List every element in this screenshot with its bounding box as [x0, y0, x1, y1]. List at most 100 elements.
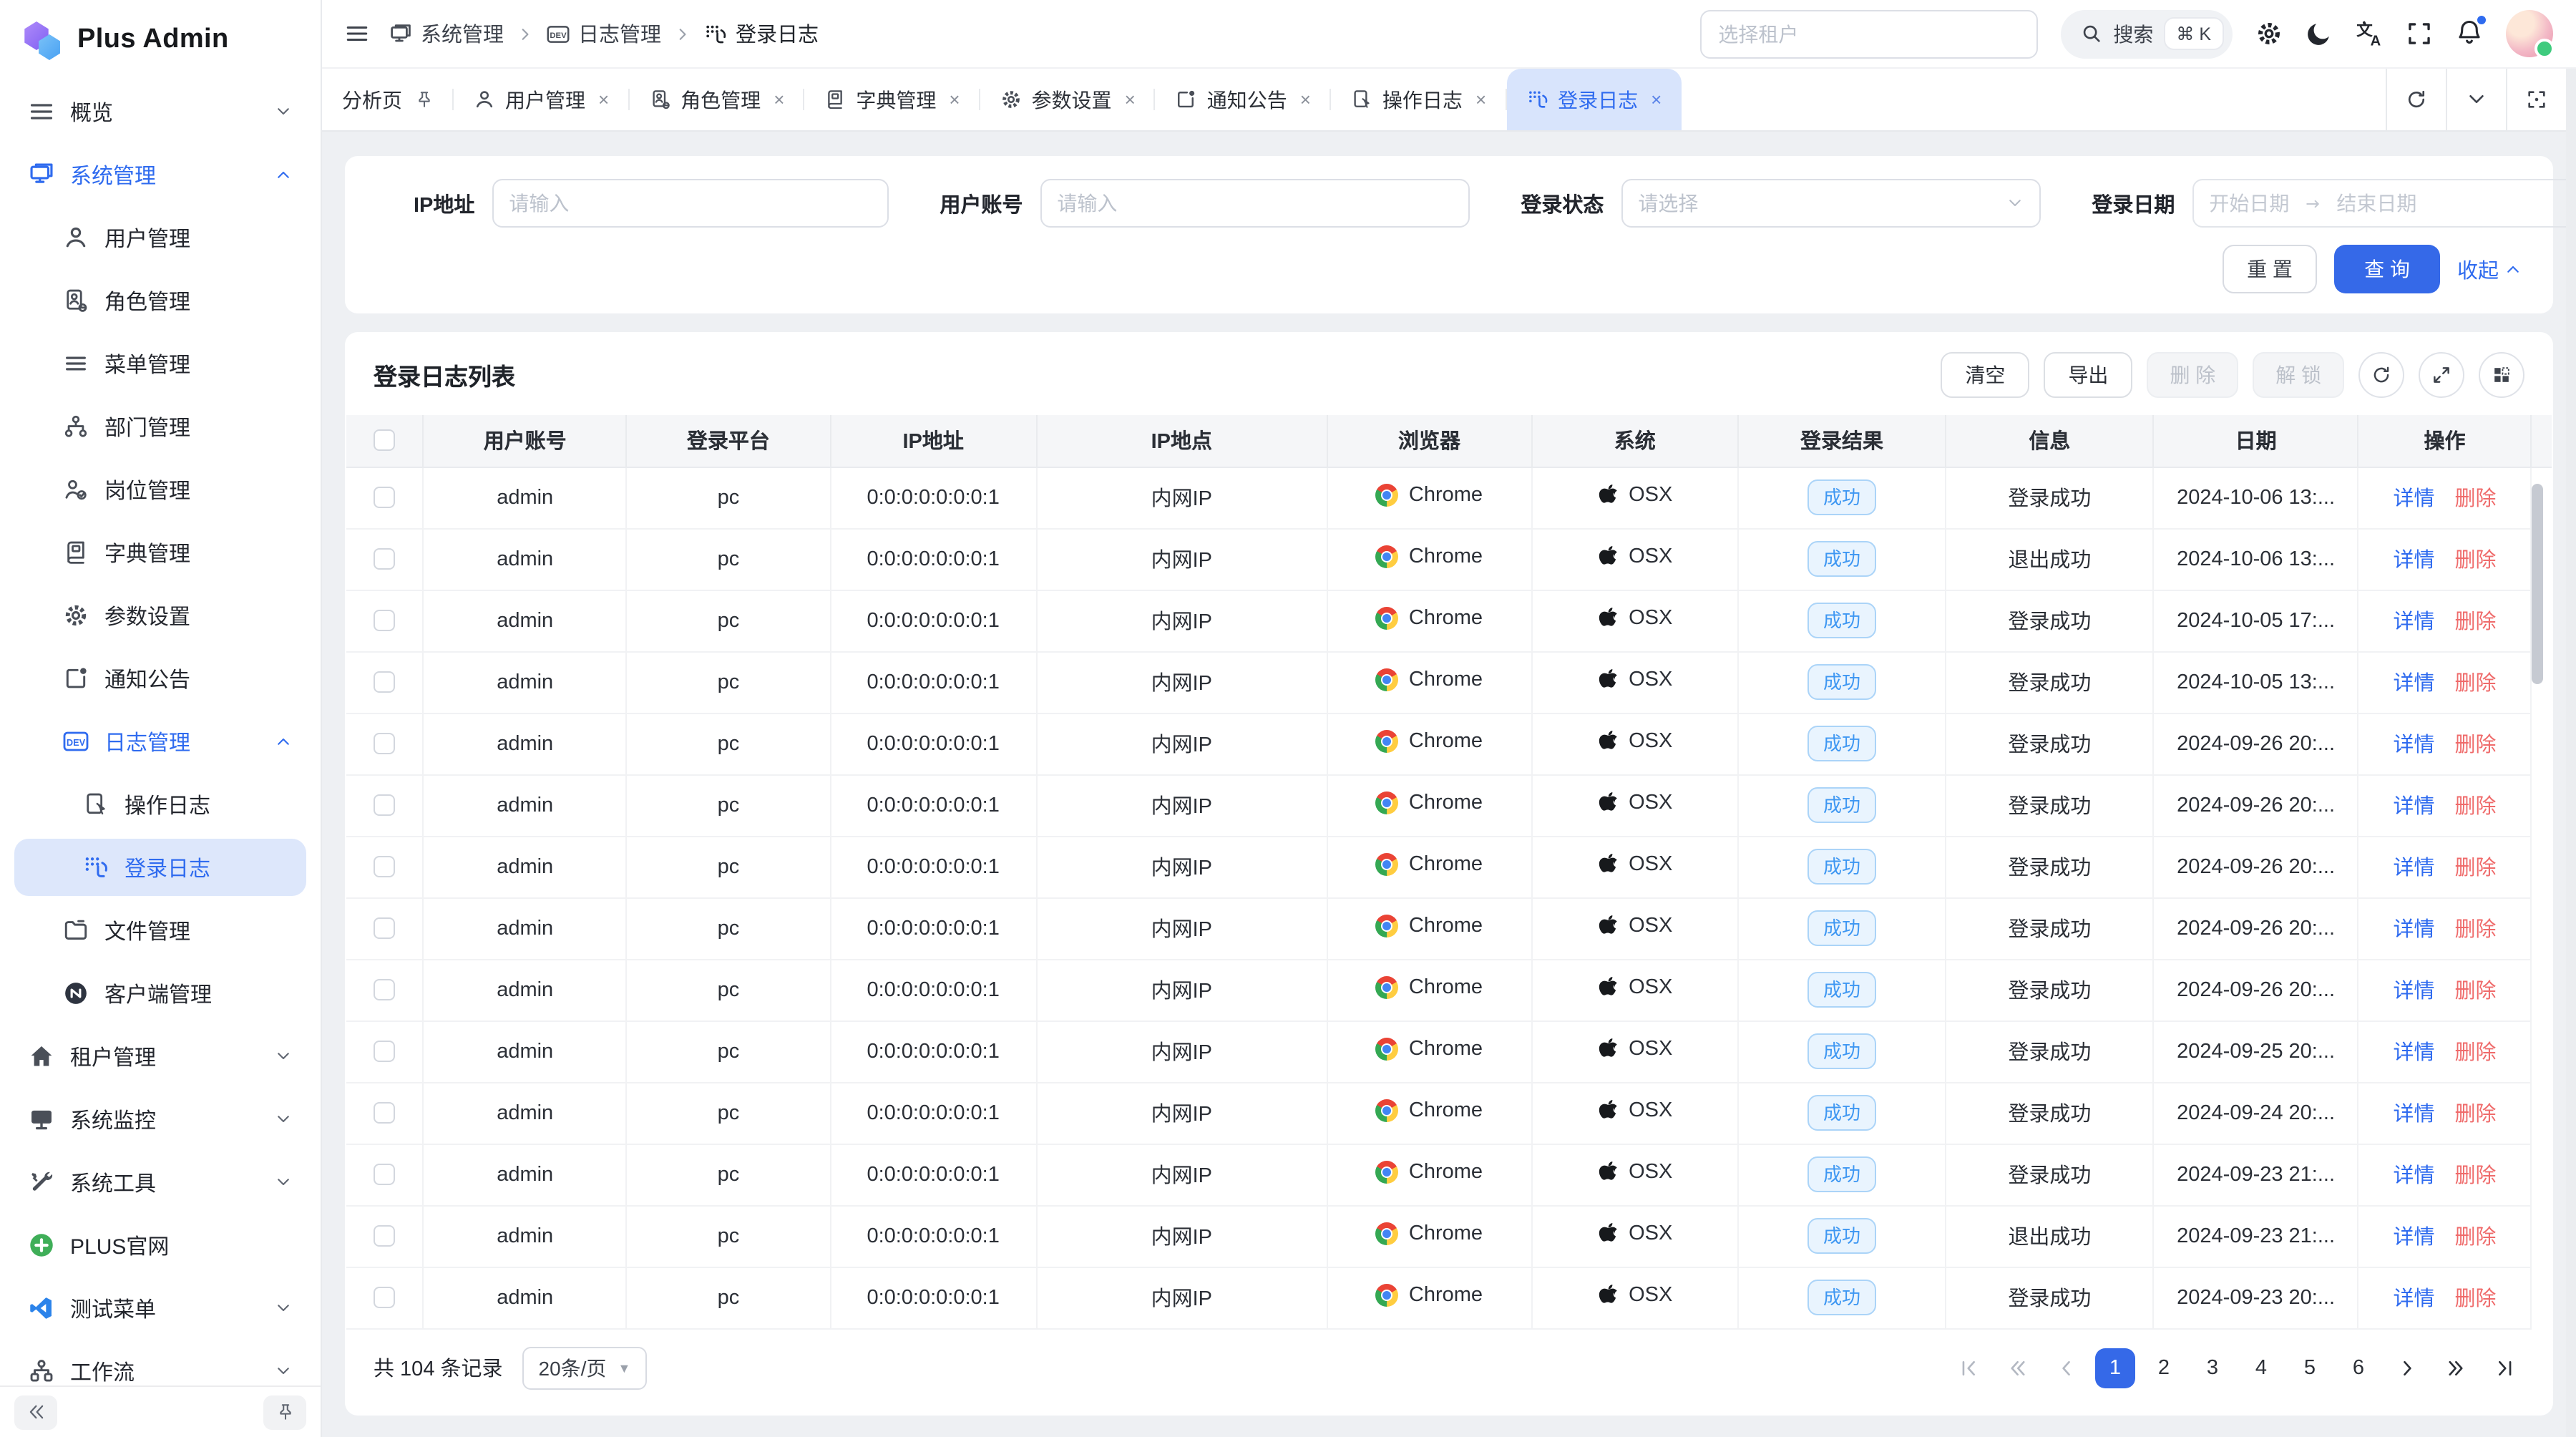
prev-group-button[interactable] — [1998, 1348, 2038, 1388]
detail-link[interactable]: 详情 — [2394, 1104, 2435, 1126]
tab-角色管理[interactable]: 角色管理× — [629, 69, 804, 130]
close-tab-icon[interactable]: × — [598, 89, 609, 110]
delete-link[interactable]: 删除 — [2455, 919, 2497, 942]
last-page-button[interactable] — [2484, 1348, 2524, 1388]
delete-button[interactable]: 删 除 — [2147, 352, 2238, 398]
page-button-4[interactable]: 4 — [2241, 1348, 2281, 1388]
breadcrumb-item[interactable]: DEV日志管理 — [547, 19, 661, 49]
content-fullscreen-button[interactable] — [2506, 69, 2566, 130]
row-checkbox[interactable] — [374, 610, 395, 631]
sidebar-item-通知公告[interactable]: 通知公告 — [14, 650, 306, 707]
delete-link[interactable]: 删除 — [2455, 1165, 2497, 1188]
delete-link[interactable]: 删除 — [2455, 857, 2497, 880]
close-tab-icon[interactable]: × — [1300, 89, 1311, 110]
detail-link[interactable]: 详情 — [2394, 857, 2435, 880]
detail-link[interactable]: 详情 — [2394, 673, 2435, 696]
pin-sidebar-button[interactable] — [263, 1395, 306, 1429]
tab-参数设置[interactable]: 参数设置× — [980, 69, 1156, 130]
detail-link[interactable]: 详情 — [2394, 734, 2435, 757]
detail-link[interactable]: 详情 — [2394, 1165, 2435, 1188]
tab-list-dropdown-button[interactable] — [2446, 69, 2506, 130]
sidebar-item-系统监控[interactable]: 系统监控 — [14, 1091, 306, 1148]
sidebar-item-测试菜单[interactable]: 测试菜单 — [14, 1280, 306, 1337]
delete-link[interactable]: 删除 — [2455, 980, 2497, 1003]
refresh-tab-button[interactable] — [2386, 69, 2446, 130]
sidebar-item-租户管理[interactable]: 租户管理 — [14, 1028, 306, 1085]
refresh-table-button[interactable] — [2358, 352, 2404, 398]
sidebar-item-操作日志[interactable]: 操作日志 — [14, 776, 306, 833]
sidebar-item-字典管理[interactable]: 字典管理 — [14, 524, 306, 581]
row-checkbox[interactable] — [374, 733, 395, 754]
delete-link[interactable]: 删除 — [2455, 611, 2497, 634]
detail-link[interactable]: 详情 — [2394, 796, 2435, 819]
sidebar-item-部门管理[interactable]: 部门管理 — [14, 398, 306, 455]
sidebar-item-参数设置[interactable]: 参数设置 — [14, 587, 306, 644]
menu-toggle-icon[interactable] — [345, 21, 369, 46]
sidebar-item-用户管理[interactable]: 用户管理 — [14, 209, 306, 266]
collapse-filters-link[interactable]: 收起 — [2457, 254, 2522, 284]
row-checkbox[interactable] — [374, 487, 395, 508]
notifications-button[interactable] — [2456, 18, 2483, 49]
translate-icon[interactable]: 文A — [2356, 20, 2383, 47]
detail-link[interactable]: 详情 — [2394, 1042, 2435, 1065]
sidebar-item-菜单管理[interactable]: 菜单管理 — [14, 335, 306, 392]
detail-link[interactable]: 详情 — [2394, 1288, 2435, 1311]
row-checkbox[interactable] — [374, 794, 395, 816]
detail-link[interactable]: 详情 — [2394, 550, 2435, 573]
unlock-button[interactable]: 解 锁 — [2253, 352, 2344, 398]
tab-字典管理[interactable]: 字典管理× — [804, 69, 980, 130]
row-checkbox[interactable] — [374, 1287, 395, 1308]
account-input[interactable] — [1040, 179, 1469, 228]
tab-分析页[interactable]: 分析页 — [322, 69, 454, 130]
close-tab-icon[interactable]: × — [774, 89, 784, 110]
expand-table-button[interactable] — [2419, 352, 2464, 398]
row-checkbox[interactable] — [374, 1225, 395, 1247]
tab-登录日志[interactable]: 登录日志× — [1506, 69, 1682, 130]
collapse-sidebar-button[interactable] — [14, 1395, 57, 1429]
clear-button[interactable]: 清空 — [1941, 352, 2029, 398]
prev-page-button[interactable] — [2046, 1348, 2087, 1388]
delete-link[interactable]: 删除 — [2455, 550, 2497, 573]
fullscreen-icon[interactable] — [2406, 20, 2433, 47]
status-select[interactable]: 请选择 — [1621, 179, 2040, 228]
page-button-3[interactable]: 3 — [2192, 1348, 2233, 1388]
row-checkbox[interactable] — [374, 856, 395, 877]
tab-操作日志[interactable]: 操作日志× — [1331, 69, 1506, 130]
delete-link[interactable]: 删除 — [2455, 734, 2497, 757]
delete-link[interactable]: 删除 — [2455, 1042, 2497, 1065]
page-button-6[interactable]: 6 — [2338, 1348, 2379, 1388]
sidebar-item-文件管理[interactable]: 文件管理 — [14, 902, 306, 959]
row-checkbox[interactable] — [374, 1164, 395, 1185]
row-checkbox[interactable] — [374, 1102, 395, 1124]
sidebar-item-工作流[interactable]: 工作流 — [14, 1343, 306, 1385]
delete-link[interactable]: 删除 — [2455, 1227, 2497, 1250]
page-button-1[interactable]: 1 — [2095, 1348, 2135, 1388]
tab-用户管理[interactable]: 用户管理× — [454, 69, 629, 130]
breadcrumb-item[interactable]: 系统管理 — [389, 19, 504, 49]
row-checkbox[interactable] — [374, 671, 395, 693]
column-settings-button[interactable] — [2479, 352, 2524, 398]
sidebar-item-角色管理[interactable]: 角色管理 — [14, 272, 306, 329]
row-checkbox[interactable] — [374, 917, 395, 939]
close-tab-icon[interactable]: × — [1125, 89, 1136, 110]
close-tab-icon[interactable]: × — [1475, 89, 1486, 110]
sidebar-item-PLUS官网[interactable]: PLUS官网 — [14, 1217, 306, 1274]
query-button[interactable]: 查 询 — [2334, 245, 2440, 293]
sidebar-item-系统管理[interactable]: 系统管理 — [14, 146, 306, 203]
page-size-select[interactable]: 20条/页 ▼ — [523, 1346, 647, 1389]
sidebar-item-概览[interactable]: 概览 — [14, 83, 306, 140]
detail-link[interactable]: 详情 — [2394, 1227, 2435, 1250]
first-page-button[interactable] — [1949, 1348, 1989, 1388]
export-button[interactable]: 导出 — [2044, 352, 2132, 398]
sidebar-item-系统工具[interactable]: 系统工具 — [14, 1154, 306, 1211]
row-checkbox[interactable] — [374, 979, 395, 1000]
sidebar-item-岗位管理[interactable]: 岗位管理 — [14, 461, 306, 518]
detail-link[interactable]: 详情 — [2394, 488, 2435, 511]
detail-link[interactable]: 详情 — [2394, 611, 2435, 634]
table-scrollbar-thumb[interactable] — [2532, 484, 2543, 684]
tab-通知公告[interactable]: 通知公告× — [1156, 69, 1331, 130]
select-all-checkbox[interactable] — [374, 430, 395, 452]
page-button-5[interactable]: 5 — [2290, 1348, 2330, 1388]
close-tab-icon[interactable]: × — [949, 89, 960, 110]
date-range-picker[interactable]: 开始日期 结束日期 — [2192, 179, 2576, 228]
